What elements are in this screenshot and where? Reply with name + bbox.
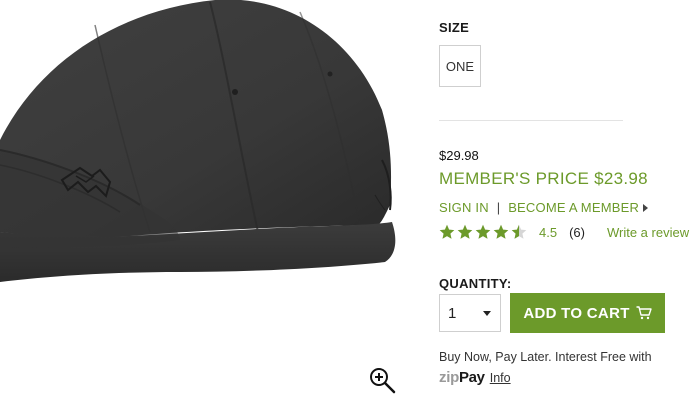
become-member-link[interactable]: BECOME A MEMBER bbox=[508, 200, 639, 215]
quantity-label: QUANTITY: bbox=[439, 276, 512, 291]
product-image[interactable] bbox=[0, 0, 420, 400]
quantity-select[interactable]: 1 bbox=[439, 294, 501, 332]
regular-price: $29.98 bbox=[439, 148, 479, 163]
zippay-logo-zip: zip bbox=[439, 369, 459, 386]
zoom-in-icon[interactable] bbox=[367, 365, 397, 395]
zippay-row: zip Pay Info bbox=[439, 369, 511, 386]
sign-in-link[interactable]: SIGN IN bbox=[439, 200, 489, 215]
add-to-cart-button[interactable]: ADD TO CART bbox=[510, 293, 665, 333]
rating-value: 4.5 bbox=[539, 224, 558, 240]
add-to-cart-label: ADD TO CART bbox=[523, 304, 630, 322]
star-icon bbox=[475, 224, 491, 239]
member-links: SIGN IN | BECOME A MEMBER bbox=[439, 200, 649, 215]
write-review-link[interactable]: Write a review bbox=[607, 225, 689, 240]
link-separator: | bbox=[496, 200, 501, 215]
rating-row: 4.5 (6) Write a review bbox=[439, 222, 689, 242]
chevron-down-icon bbox=[483, 311, 491, 316]
pay-later-text: Buy Now, Pay Later. Interest Free with bbox=[439, 350, 652, 364]
size-label: SIZE bbox=[439, 20, 470, 35]
star-icon bbox=[457, 224, 473, 239]
cap-image bbox=[0, 0, 396, 282]
star-icon bbox=[439, 224, 455, 239]
zippay-info-link[interactable]: Info bbox=[490, 371, 511, 385]
cart-icon bbox=[636, 306, 652, 320]
caret-right-icon bbox=[643, 203, 649, 212]
zippay-logo-pay: Pay bbox=[458, 369, 485, 386]
member-price: MEMBER'S PRICE $23.98 bbox=[439, 169, 648, 188]
quantity-value: 1 bbox=[448, 304, 457, 322]
divider bbox=[439, 120, 623, 121]
review-count: (6) bbox=[569, 224, 585, 240]
star-icon bbox=[493, 224, 509, 239]
star-icon bbox=[511, 224, 527, 239]
size-option-one[interactable]: ONE bbox=[439, 45, 481, 87]
star-rating[interactable] bbox=[439, 224, 527, 240]
